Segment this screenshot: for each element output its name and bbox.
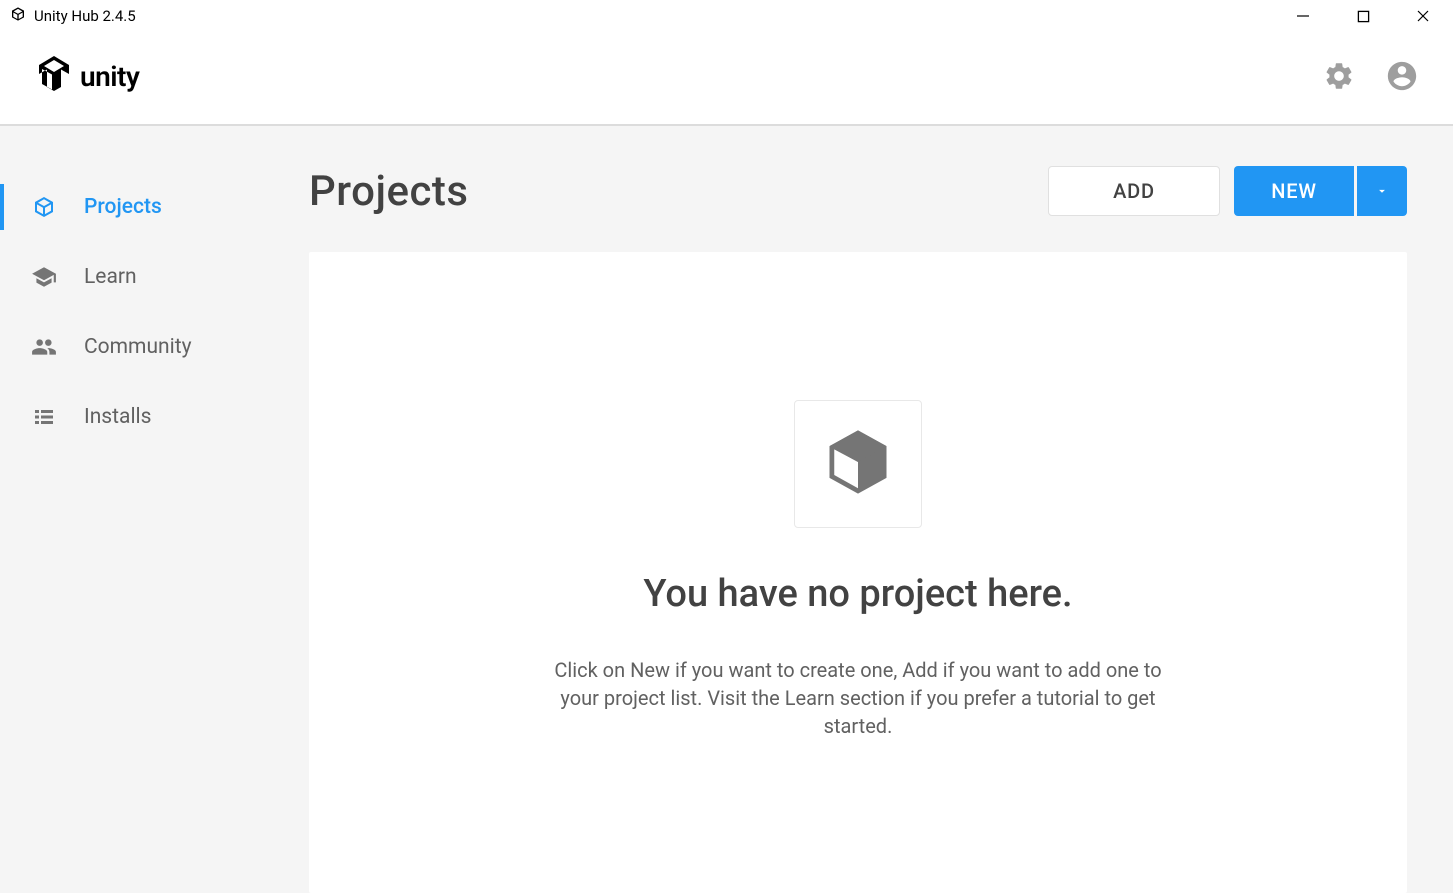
graduation-cap-icon [30,263,58,291]
content-panel: You have no project here. Click on New i… [309,252,1407,893]
unity-app-icon [10,6,26,26]
unity-logo: unity [34,51,170,105]
new-button[interactable]: NEW [1234,166,1354,216]
sidebar-item-community[interactable]: Community [0,312,263,382]
new-button-label: NEW [1271,179,1317,203]
sidebar-item-installs[interactable]: Installs [0,382,263,452]
main-content: Projects ADD NEW [263,126,1453,893]
window-controls [1273,0,1453,31]
window-titlebar: Unity Hub 2.4.5 [0,0,1453,32]
sidebar-item-label: Installs [84,405,152,429]
empty-state-icon-box [794,400,922,528]
new-dropdown-button[interactable] [1357,166,1407,216]
sidebar-item-label: Projects [84,195,162,219]
maximize-button[interactable] [1333,0,1393,32]
page-title: Projects [309,167,469,216]
list-icon [30,403,58,431]
empty-state-description: Click on New if you want to create one, … [538,656,1178,740]
add-button-label: ADD [1113,179,1155,203]
app-body: Projects Learn Community [0,126,1453,893]
people-icon [30,333,58,361]
svg-text:unity: unity [80,60,140,93]
sidebar: Projects Learn Community [0,126,263,893]
cube-icon [30,193,58,221]
main-header: Projects ADD NEW [309,166,1407,216]
chevron-down-icon [1375,179,1389,203]
empty-state-title: You have no project here. [643,572,1072,616]
minimize-button[interactable] [1273,0,1333,32]
new-button-group: NEW [1234,166,1407,216]
account-icon[interactable] [1385,59,1419,97]
sidebar-item-learn[interactable]: Learn [0,242,263,312]
sidebar-item-label: Community [84,335,192,359]
gear-icon[interactable] [1323,60,1355,96]
add-button[interactable]: ADD [1048,166,1220,216]
cube-icon [820,424,896,504]
app-header: unity [0,32,1453,126]
window-title: Unity Hub 2.4.5 [34,7,136,25]
header-right [1323,59,1419,97]
sidebar-item-label: Learn [84,265,137,289]
titlebar-left: Unity Hub 2.4.5 [10,6,136,26]
close-button[interactable] [1393,0,1453,32]
main-actions: ADD NEW [1048,166,1407,216]
sidebar-item-projects[interactable]: Projects [0,172,263,242]
